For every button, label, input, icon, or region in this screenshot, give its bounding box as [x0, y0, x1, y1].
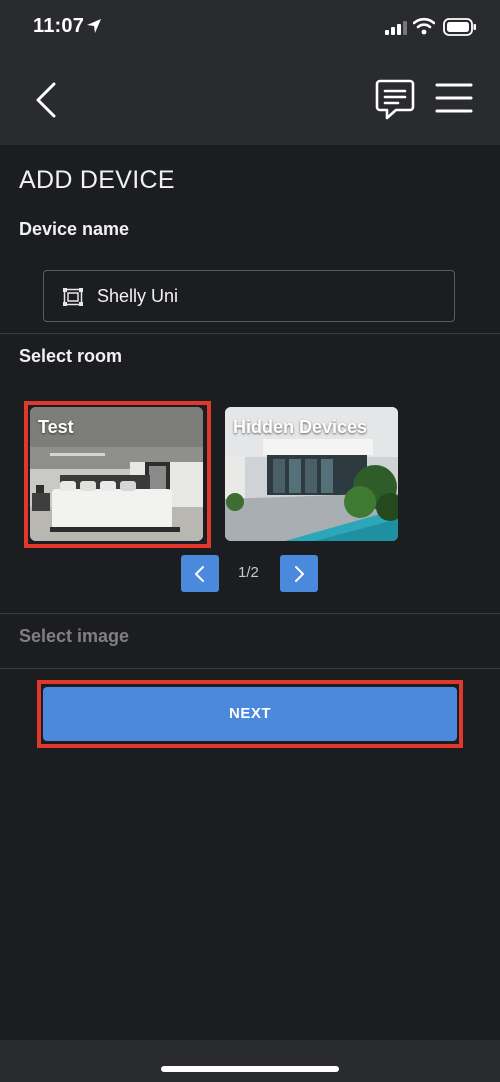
device-name-value: Shelly Uni: [97, 286, 179, 306]
divider: [0, 333, 500, 334]
home-indicator[interactable]: [161, 1066, 339, 1072]
page-indicator: 1/2: [238, 564, 259, 581]
divider: [0, 613, 500, 614]
chevron-right-icon: [295, 566, 304, 582]
room-card-hidden-devices[interactable]: Hidden Devices: [225, 407, 398, 541]
back-icon[interactable]: [32, 80, 62, 120]
device-name-input[interactable]: Shelly Uni: [43, 270, 455, 322]
wifi-icon: [413, 17, 435, 35]
status-bar: 11:07: [0, 0, 500, 55]
divider: [0, 668, 500, 669]
cellular-signal-icon: [385, 21, 407, 35]
next-button-highlight: [37, 680, 463, 748]
chat-bubble-icon[interactable]: [374, 78, 416, 122]
next-page-button[interactable]: [280, 555, 318, 592]
device-name-label: Device name: [19, 219, 130, 239]
app-header: [0, 55, 500, 145]
page-title: ADD DEVICE: [19, 166, 175, 194]
select-room-label: Select room: [19, 346, 123, 366]
selected-room-highlight: [24, 401, 211, 548]
select-image-label[interactable]: Select image: [19, 626, 129, 647]
status-time: 11:07: [33, 15, 85, 37]
hamburger-menu-icon[interactable]: [435, 81, 473, 115]
home-indicator-bar: [0, 1040, 500, 1082]
battery-icon: [443, 18, 476, 36]
device-module-icon: [63, 288, 83, 306]
chevron-left-icon: [195, 566, 204, 582]
location-arrow-icon: [87, 19, 101, 33]
prev-page-button[interactable]: [181, 555, 219, 592]
room-name-hidden-devices: Hidden Devices: [233, 417, 368, 437]
